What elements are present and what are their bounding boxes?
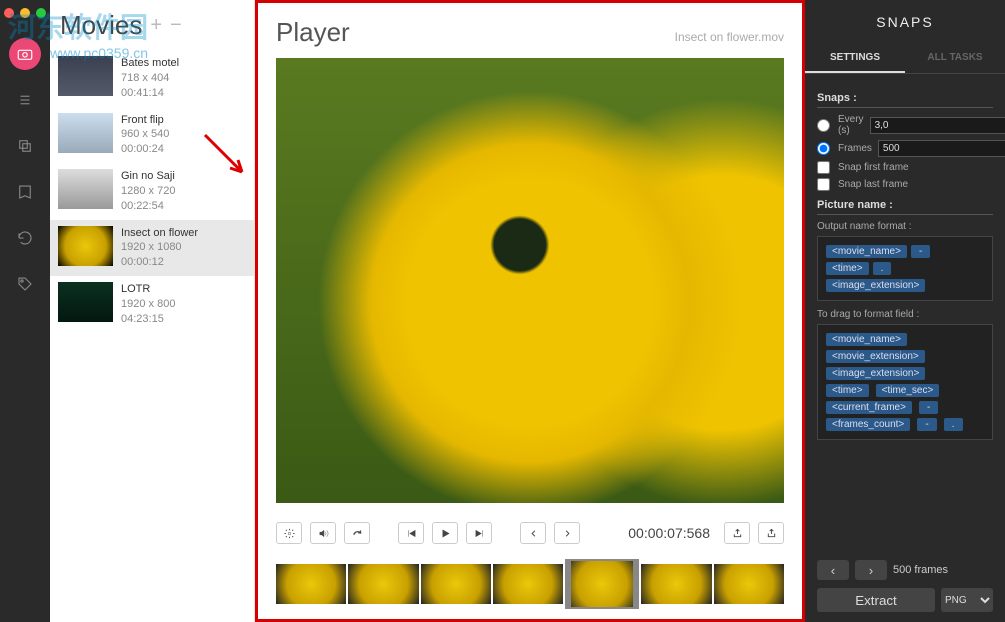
every-input[interactable] (870, 117, 1005, 134)
player-title: Player (276, 17, 350, 48)
add-movie-button[interactable]: + (150, 14, 162, 37)
token[interactable]: - (911, 245, 930, 258)
step-forward-button[interactable] (554, 522, 580, 544)
token[interactable]: <image_extension> (826, 367, 925, 380)
movie-thumb (58, 113, 113, 153)
filmstrip-frame-selected[interactable] (565, 559, 639, 609)
frames-radio[interactable] (817, 142, 830, 155)
export-button[interactable] (724, 522, 750, 544)
output-format-field[interactable]: <movie_name>- <time>. <image_extension> (817, 236, 993, 301)
timecode: 00:00:07:568 (628, 525, 710, 541)
token[interactable]: <movie_name> (826, 333, 907, 346)
extract-button[interactable]: Extract (817, 588, 935, 612)
token[interactable]: <movie_extension> (826, 350, 925, 363)
movie-item[interactable]: Front flip960 x 54000:00:24 (50, 107, 254, 164)
movie-item[interactable]: Gin no Saji1280 x 72000:22:54 (50, 163, 254, 220)
book-icon[interactable] (9, 176, 41, 208)
movie-thumb (58, 226, 113, 266)
snaps-title: SNAPS (805, 0, 1005, 44)
step-back-button[interactable] (520, 522, 546, 544)
tab-all-tasks[interactable]: ALL TASKS (905, 44, 1005, 73)
snap-first-checkbox[interactable] (817, 161, 830, 174)
drag-tokens-field: <movie_name> <movie_extension> <image_ex… (817, 324, 993, 440)
volume-button[interactable] (310, 522, 336, 544)
movie-thumb (58, 169, 113, 209)
video-viewport[interactable] (276, 58, 784, 503)
share-button[interactable] (758, 522, 784, 544)
snaps-panel: SNAPS SETTINGS ALL TASKS Snaps : Every (… (805, 0, 1005, 622)
token[interactable]: <image_extension> (826, 279, 925, 292)
drag-label: To drag to format field : (817, 309, 993, 320)
token[interactable]: <time> (826, 262, 869, 275)
next-frame-button[interactable] (466, 522, 492, 544)
movie-item[interactable]: LOTR1920 x 80004:23:15 (50, 276, 254, 333)
movie-name: Bates motel (121, 56, 179, 71)
format-select[interactable]: PNG (941, 588, 993, 612)
prev-button[interactable]: ‹ (817, 560, 849, 580)
refresh-icon[interactable] (9, 222, 41, 254)
token[interactable]: . (944, 418, 963, 431)
movie-item[interactable]: Insect on flower1920 x 108000:00:12 (50, 220, 254, 277)
remove-movie-button[interactable]: − (170, 14, 182, 37)
token[interactable]: <time> (826, 384, 869, 397)
prev-frame-button[interactable] (398, 522, 424, 544)
movie-item[interactable]: Bates motel718 x 40400:41:14 (50, 50, 254, 107)
player-controls: 00:00:07:568 (276, 515, 784, 551)
token[interactable]: <time_sec> (876, 384, 940, 397)
token[interactable]: - (919, 401, 938, 414)
picture-heading: Picture name : (817, 199, 993, 215)
frame-count-label: 500 frames (893, 564, 948, 576)
next-button[interactable]: › (855, 560, 887, 580)
filmstrip-frame[interactable] (421, 564, 491, 604)
movies-panel: Movies + − Bates motel718 x 40400:41:14 … (50, 0, 255, 622)
token[interactable]: <frames_count> (826, 418, 910, 431)
settings-button[interactable] (276, 522, 302, 544)
list-icon[interactable] (9, 84, 41, 116)
token[interactable]: <movie_name> (826, 245, 907, 258)
snaps-tabs: SETTINGS ALL TASKS (805, 44, 1005, 74)
movies-header: Movies + − (50, 0, 254, 50)
speed-button[interactable] (344, 522, 370, 544)
video-frame (276, 58, 784, 503)
frames-input[interactable] (878, 140, 1005, 157)
movie-thumb (58, 282, 113, 322)
snap-last-checkbox[interactable] (817, 178, 830, 191)
filmstrip-frame[interactable] (714, 564, 784, 604)
tab-settings[interactable]: SETTINGS (805, 44, 905, 73)
filmstrip[interactable] (276, 559, 784, 609)
icon-rail (0, 0, 50, 622)
every-radio[interactable] (817, 119, 830, 132)
movies-list: Bates motel718 x 40400:41:14 Front flip9… (50, 50, 254, 622)
play-button[interactable] (432, 522, 458, 544)
layers-icon[interactable] (9, 130, 41, 162)
token[interactable]: <current_frame> (826, 401, 912, 414)
filmstrip-frame[interactable] (493, 564, 563, 604)
player-panel: Player Insect on flower.mov 00:00:07:568 (255, 0, 805, 622)
snaps-heading: Snaps : (817, 92, 993, 108)
movie-thumb (58, 56, 113, 96)
window-traffic-lights[interactable] (4, 8, 46, 18)
tag-icon[interactable] (9, 268, 41, 300)
filmstrip-frame[interactable] (348, 564, 418, 604)
movies-title: Movies (60, 10, 142, 41)
output-format-label: Output name format : (817, 221, 993, 232)
token[interactable]: . (873, 262, 892, 275)
filmstrip-frame[interactable] (276, 564, 346, 604)
filmstrip-frame[interactable] (641, 564, 711, 604)
token[interactable]: - (917, 418, 936, 431)
camera-icon[interactable] (9, 38, 41, 70)
player-filename: Insect on flower.mov (675, 30, 784, 44)
